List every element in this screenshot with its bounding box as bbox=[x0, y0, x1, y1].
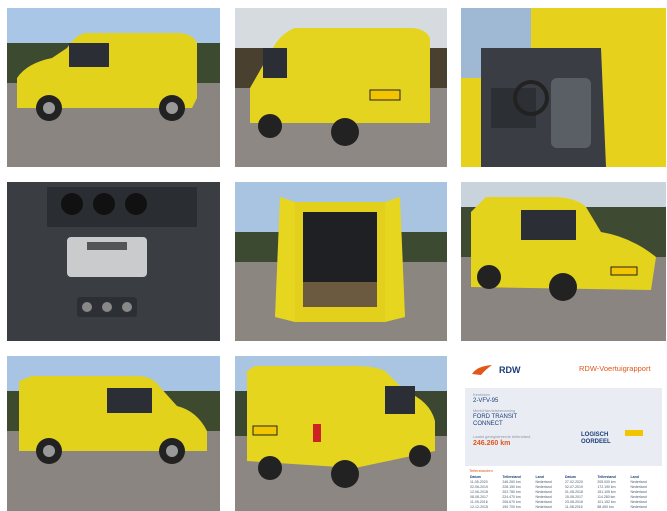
kenteken-value: 2-VFV-95 bbox=[473, 398, 499, 404]
odometer-history-table: Datum Tellerstand Land Datum Tellerstand Land… bbox=[469, 475, 659, 510]
van-side-right-photo bbox=[7, 356, 220, 511]
table-row: 12-12-2015 190.700 km Nederland 11-08-2015 8… bbox=[469, 505, 659, 510]
plate-badge bbox=[625, 430, 643, 436]
model-line1: FORD TRANSIT bbox=[473, 414, 518, 420]
history-cell: Nederland bbox=[630, 505, 647, 509]
owner-line1: LOGISCH bbox=[581, 432, 609, 438]
van-side-left-photo bbox=[7, 8, 220, 167]
history-cell: Nederland bbox=[535, 505, 552, 509]
history-title: Tellerstanden bbox=[469, 468, 493, 473]
model-label: Merk/Handelsbenaming bbox=[473, 408, 516, 413]
cargo-area-open-doors-photo bbox=[235, 182, 447, 341]
km-label: Laatst geregistreerde tellerstand bbox=[473, 434, 531, 439]
van-front-three-quarter-photo bbox=[235, 8, 447, 167]
van-cabin-interior-photo bbox=[461, 8, 666, 167]
photo-dashboard-radio[interactable] bbox=[7, 182, 220, 341]
photo-van-side-right[interactable] bbox=[7, 356, 220, 511]
van-rear-three-quarter-photo bbox=[235, 356, 447, 511]
photo-van-front-right[interactable] bbox=[461, 182, 666, 341]
photo-van-cabin-interior[interactable] bbox=[461, 8, 666, 167]
report-title: RDW-Voertuigrapport bbox=[579, 364, 651, 373]
rdw-brand: RDW bbox=[499, 365, 521, 375]
logical-judgement: LOGISCH OORDEEL bbox=[581, 432, 611, 446]
kenteken-label: Kenteken bbox=[473, 392, 490, 397]
rdw-vehicle-report[interactable]: RDW RDW-Voertuigrapport Kenteken 2-VFV-9… bbox=[461, 356, 666, 511]
history-cell: 11-08-2015 bbox=[564, 505, 583, 509]
owner-line2: OORDEEL bbox=[581, 439, 611, 445]
rdw-header: RDW bbox=[471, 364, 521, 376]
history-cell: 88.450 km bbox=[597, 505, 614, 509]
history-cell: 12-12-2015 bbox=[470, 505, 488, 509]
photo-cargo-area[interactable] bbox=[235, 182, 447, 341]
photo-van-side-left[interactable] bbox=[7, 8, 220, 167]
model-line2: CONNECT bbox=[473, 421, 503, 427]
photo-van-rear-three-quarter[interactable] bbox=[235, 356, 447, 511]
photo-van-front-three-quarter[interactable] bbox=[235, 8, 447, 167]
history-cell: 190.700 km bbox=[502, 505, 521, 509]
rdw-logo-icon bbox=[472, 365, 492, 375]
km-value: 246.260 km bbox=[473, 440, 511, 447]
dashboard-radio-photo bbox=[7, 182, 220, 341]
van-front-right-photo bbox=[461, 182, 666, 341]
